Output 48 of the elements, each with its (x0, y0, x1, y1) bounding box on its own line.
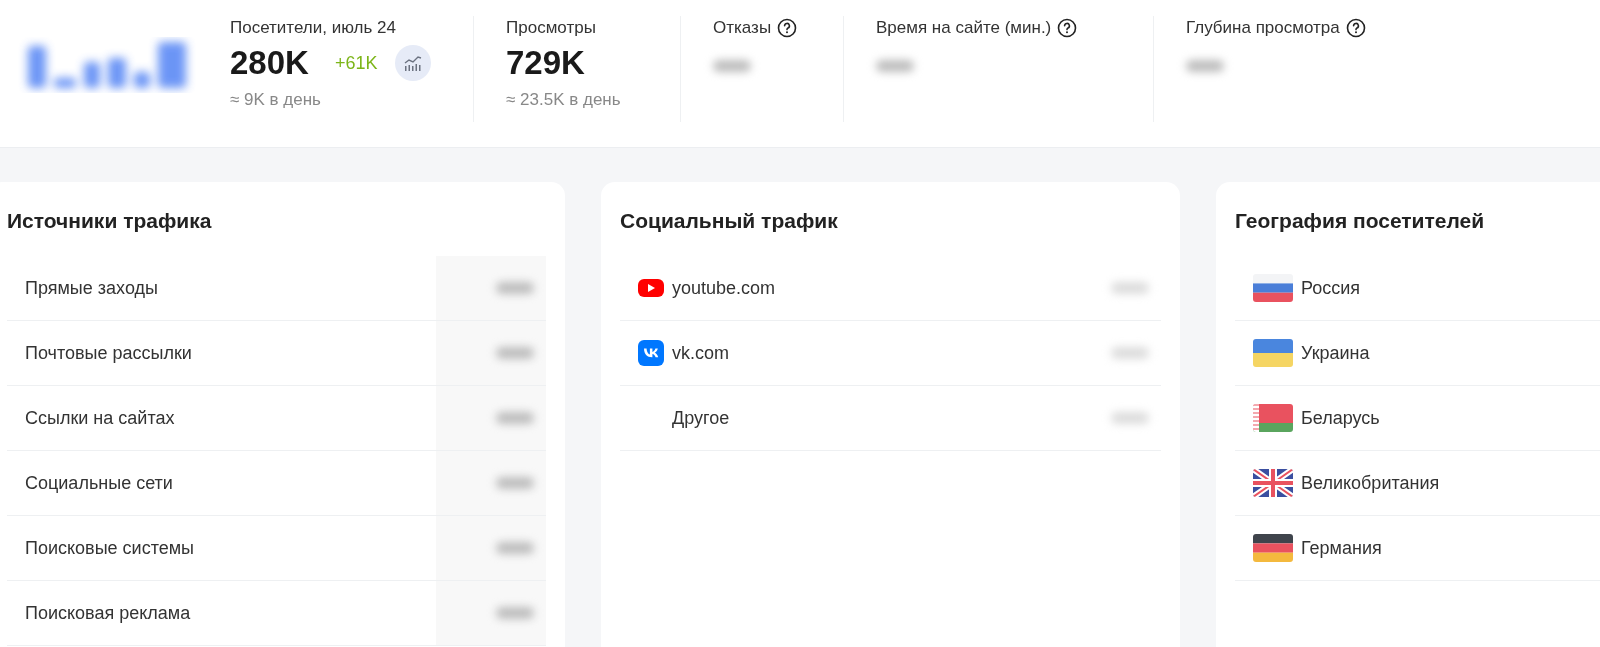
flag-icon (1253, 404, 1293, 432)
row-label: vk.com (672, 342, 729, 364)
row-label: youtube.com (672, 277, 776, 299)
blurred-value (496, 542, 534, 554)
blurred-value (496, 477, 534, 489)
blurred-value (496, 607, 534, 619)
play-icon (638, 278, 664, 298)
metric-per-day: ≈ 9K в день (230, 90, 441, 110)
row-label: Почтовые рассылки (25, 342, 192, 364)
blurred-value (496, 282, 534, 294)
metric-title: Отказы (713, 18, 772, 38)
chart-button[interactable] (395, 45, 432, 81)
row-label: Ссылки на сайтах (25, 407, 175, 429)
vk-logo-icon (638, 340, 664, 366)
card-title: Источники трафика (7, 208, 213, 234)
blurred-value (1111, 347, 1149, 359)
flag-icon (1253, 469, 1293, 497)
blurred-value (1111, 412, 1149, 424)
flag-icon (1253, 339, 1293, 367)
blurred-value (496, 347, 534, 359)
metric-title: Посетители, июль 24 (230, 18, 396, 38)
card-title: Социальный трафик (620, 208, 839, 234)
row-label: Другое (672, 407, 730, 429)
metric-value: 729K (506, 44, 585, 82)
row-label: Украина (1301, 342, 1370, 364)
flag-icon (1253, 274, 1293, 302)
row-label: Социальные сети (25, 472, 173, 494)
row-label: Поисковая реклама (25, 602, 191, 624)
help-icon[interactable] (777, 18, 798, 38)
row-label: Великобритания (1301, 472, 1440, 494)
blurred-value (496, 412, 534, 424)
metric-value: 280K (230, 44, 309, 82)
flag-icon (1253, 534, 1293, 562)
metric-per-day: ≈ 23.5K в день (506, 90, 648, 110)
help-icon[interactable] (1345, 18, 1366, 38)
metric-delta: +61K (334, 52, 378, 74)
help-icon[interactable] (1057, 18, 1078, 38)
row-label: Россия (1301, 277, 1361, 299)
blurred-value (1111, 282, 1149, 294)
metric-title: Время на сайте (мин.) (876, 18, 1052, 38)
metric-title: Глубина просмотра (1186, 18, 1340, 38)
row-label: Беларусь (1301, 407, 1380, 429)
row-label: Поисковые системы (25, 537, 195, 559)
chart-icon (403, 55, 424, 71)
row-label: Германия (1301, 537, 1382, 559)
metric-title: Просмотры (506, 18, 596, 38)
card-title: География посетителей (1235, 208, 1486, 234)
row-label: Прямые заходы (25, 277, 158, 299)
